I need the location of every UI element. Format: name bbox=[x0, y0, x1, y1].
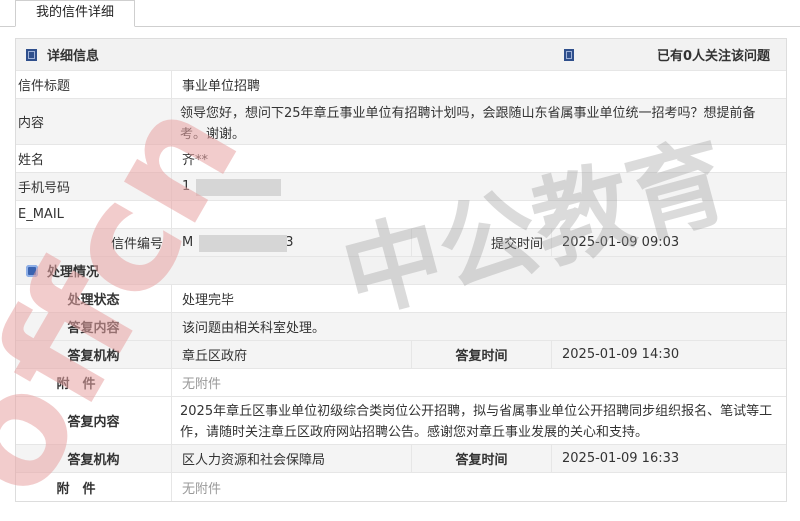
status-label: 处理状态 bbox=[67, 293, 120, 308]
letter-number-label: 信件编号 bbox=[110, 237, 163, 252]
process-section-title: 处理情况 bbox=[47, 265, 100, 280]
row-subject: 信件标题 事业单位招聘 bbox=[16, 71, 786, 99]
row-email: E_MAIL bbox=[16, 201, 786, 229]
row-content: 内容 领导您好，想问下25年章丘事业单位有招聘计划吗，会跟随山东省属事业单位统一… bbox=[16, 99, 786, 145]
reply-time-label-2: 答复时间 bbox=[411, 445, 551, 472]
process-section-header: 处理情况 bbox=[16, 257, 786, 285]
reply-org-value-1: 章丘区政府 bbox=[171, 341, 411, 368]
document-icon bbox=[26, 48, 37, 61]
row-reply-org-2: 答复机构 区人力资源和社会保障局 答复时间 2025-01-09 16:33 bbox=[16, 445, 786, 473]
reply-org-label-2: 答复机构 bbox=[67, 453, 120, 468]
row-letter-number: 信件编号 M 3 提交时间 2025-01-09 09:03 bbox=[16, 229, 786, 257]
name-label: 姓名 bbox=[18, 153, 45, 168]
attachment-value-1: 无附件 bbox=[171, 369, 786, 396]
reply-content-label: 答复内容 bbox=[67, 321, 120, 336]
process-icon bbox=[26, 264, 38, 277]
reply-time-label-1: 答复时间 bbox=[411, 341, 551, 368]
subject-value: 事业单位招聘 bbox=[171, 71, 786, 98]
follow-icon bbox=[564, 48, 574, 61]
email-value bbox=[171, 201, 786, 228]
content-label: 内容 bbox=[18, 116, 45, 131]
reply-org-value-2: 区人力资源和社会保障局 bbox=[171, 445, 411, 472]
submit-time-value: 2025-01-09 09:03 bbox=[551, 229, 786, 256]
row-reply-org-1: 答复机构 章丘区政府 答复时间 2025-01-09 14:30 bbox=[16, 341, 786, 369]
phone-value: 1 bbox=[182, 179, 191, 194]
reply-content-value: 该问题由相关科室处理。 bbox=[171, 313, 786, 340]
detail-section-title: 详细信息 bbox=[47, 49, 100, 64]
detail-table: 详细信息 已有0人关注该问题 信件标题 事业单位招聘 内容 领导您好，想问下25… bbox=[15, 38, 787, 502]
letter-number-value: M bbox=[182, 235, 194, 250]
row-attachment-1: 附 件 无附件 bbox=[16, 369, 786, 397]
letter-number-redaction bbox=[199, 235, 287, 252]
follow-count-text: 已有0人关注该问题 bbox=[656, 49, 770, 64]
tab-bar: 我的信件详细 bbox=[0, 0, 800, 27]
attachment-value-2: 无附件 bbox=[171, 473, 786, 501]
reply-org-label-1: 答复机构 bbox=[67, 349, 120, 364]
row-reply-content: 答复内容 该问题由相关科室处理。 bbox=[16, 313, 786, 341]
phone-redaction bbox=[196, 179, 281, 196]
reply-content-value-2: 2025年章丘区事业单位初级综合类岗位公开招聘，拟与省属事业单位公开招聘同步组织… bbox=[171, 397, 786, 444]
detail-section-header: 详细信息 已有0人关注该问题 bbox=[16, 39, 786, 71]
content-value: 领导您好，想问下25年章丘事业单位有招聘计划吗，会跟随山东省属事业单位统一招考吗… bbox=[171, 99, 786, 144]
attachment-label-2: 附 件 bbox=[56, 481, 96, 497]
tab-my-letter-detail[interactable]: 我的信件详细 bbox=[15, 0, 135, 27]
name-value: 齐** bbox=[171, 145, 786, 172]
row-name: 姓名 齐** bbox=[16, 145, 786, 173]
reply-content-label-2: 答复内容 bbox=[67, 415, 120, 430]
status-value: 处理完毕 bbox=[171, 285, 786, 312]
subject-label: 信件标题 bbox=[18, 79, 71, 94]
email-label: E_MAIL bbox=[18, 207, 64, 222]
reply-time-value-2: 2025-01-09 16:33 bbox=[551, 445, 786, 472]
attachment-label-1: 附 件 bbox=[56, 377, 96, 392]
row-attachment-2: 附 件 无附件 bbox=[16, 473, 786, 501]
submit-time-label: 提交时间 bbox=[411, 229, 551, 256]
reply-time-value-1: 2025-01-09 14:30 bbox=[551, 341, 786, 368]
phone-label: 手机号码 bbox=[18, 181, 71, 196]
row-phone: 手机号码 1 bbox=[16, 173, 786, 201]
row-reply-content-2: 答复内容 2025年章丘区事业单位初级综合类岗位公开招聘，拟与省属事业单位公开招… bbox=[16, 397, 786, 445]
row-status: 处理状态 处理完毕 bbox=[16, 285, 786, 313]
